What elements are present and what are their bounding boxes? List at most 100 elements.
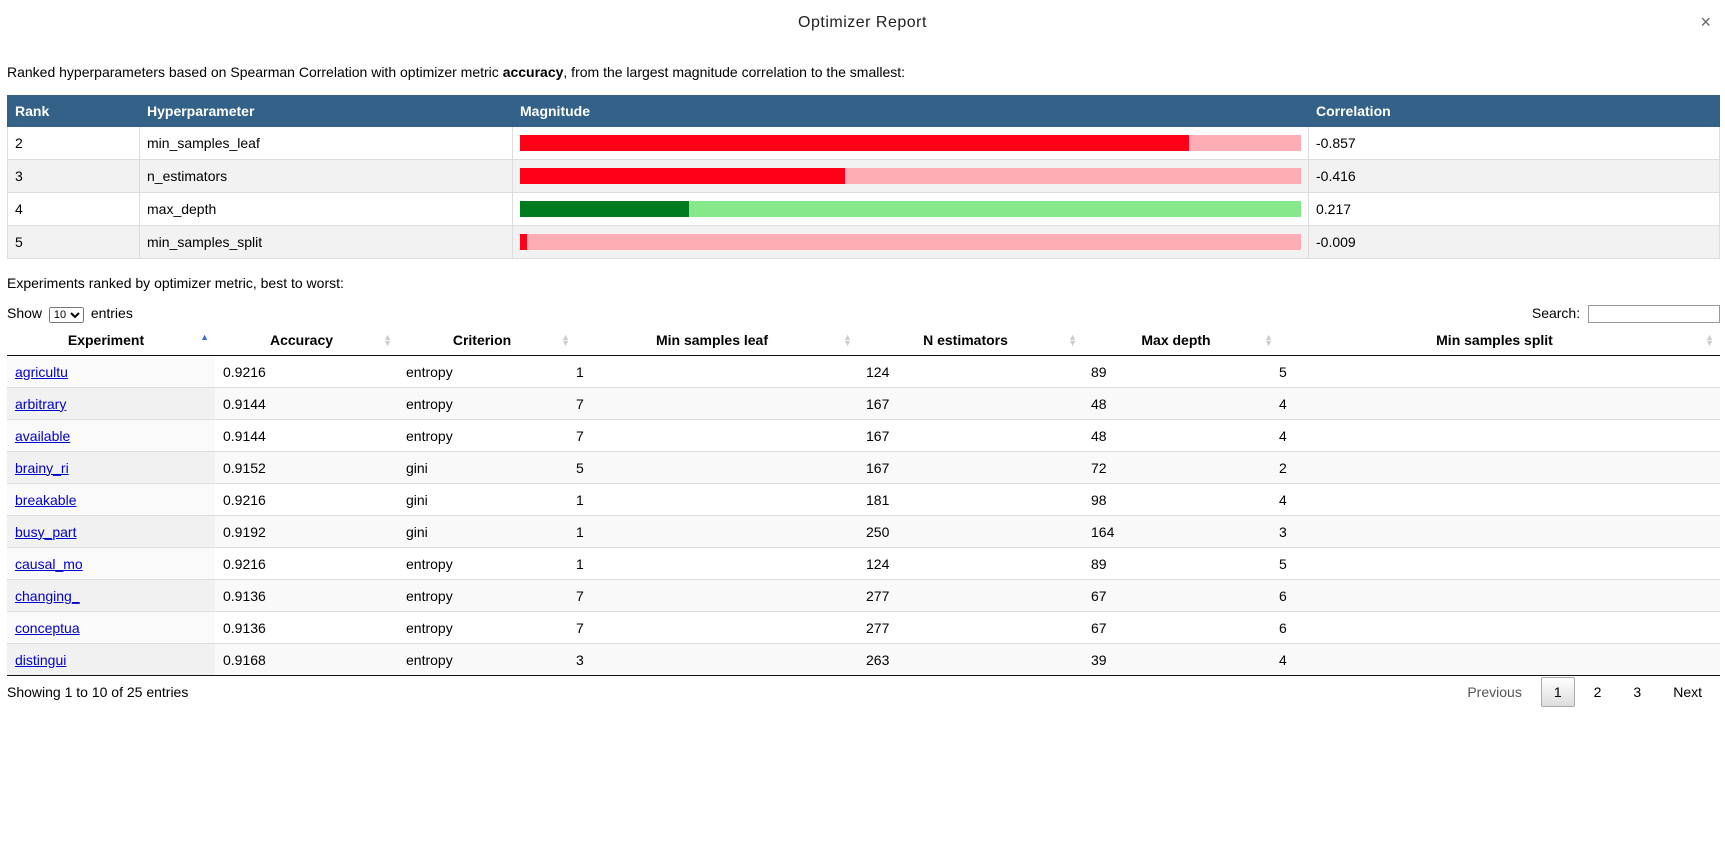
experiment-value-cell: 48 bbox=[1083, 387, 1279, 420]
column-header-label: Min samples leaf bbox=[655, 332, 769, 348]
experiment-value-cell: 0.9136 bbox=[215, 611, 398, 644]
experiment-cell: causal_mo bbox=[7, 547, 215, 580]
correlation-cell: -0.857 bbox=[1308, 126, 1720, 160]
experiment-link[interactable]: distingui bbox=[15, 652, 66, 668]
experiment-value-cell: gini bbox=[398, 483, 576, 516]
column-header-label: Min samples split bbox=[1436, 332, 1553, 348]
magnitude-cell bbox=[512, 192, 1309, 226]
magnitude-bar bbox=[520, 201, 1301, 217]
magnitude-fill bbox=[520, 168, 845, 184]
page-length-select[interactable]: 10 bbox=[48, 307, 84, 323]
experiment-value-cell: 48 bbox=[1083, 419, 1279, 452]
column-header[interactable]: Criterion ▲ ▼ bbox=[398, 325, 576, 356]
experiment-value-cell: 3 bbox=[1279, 515, 1720, 548]
experiment-value-cell: 1 bbox=[576, 515, 858, 548]
experiment-value-cell: 0.9168 bbox=[215, 643, 398, 676]
experiment-link[interactable]: busy_part bbox=[15, 524, 76, 540]
sort-both-icon: ▲ ▼ bbox=[1264, 332, 1273, 348]
previous-button[interactable]: Previous bbox=[1454, 677, 1534, 707]
dialog-title: Optimizer Report bbox=[798, 14, 927, 31]
header-magnitude: Magnitude bbox=[512, 95, 1309, 127]
intro-metric: accuracy bbox=[502, 64, 564, 80]
magnitude-fill bbox=[520, 201, 690, 217]
column-header[interactable]: Min samples leaf ▲ ▼ bbox=[576, 325, 858, 356]
experiment-link[interactable]: brainy_ri bbox=[15, 460, 69, 476]
experiment-cell: breakable bbox=[7, 483, 215, 516]
experiment-value-cell: 167 bbox=[858, 451, 1083, 484]
experiment-value-cell: 277 bbox=[858, 579, 1083, 612]
pagination: Previous 1 2 3 Next bbox=[1454, 677, 1715, 707]
experiment-value-cell: 124 bbox=[866, 363, 890, 380]
experiment-value-cell: gini bbox=[398, 451, 576, 484]
close-icon[interactable]: × bbox=[1700, 12, 1711, 33]
magnitude-cell bbox=[512, 126, 1309, 160]
hyperparameter-name: max_depth bbox=[139, 192, 513, 226]
experiment-link[interactable]: breakable bbox=[15, 492, 77, 508]
experiment-value-cell: 6 bbox=[1279, 611, 1720, 644]
next-button[interactable]: Next bbox=[1660, 677, 1715, 707]
experiment-value-cell: 98 bbox=[1083, 483, 1279, 516]
experiment-value-cell: 7 bbox=[576, 579, 858, 612]
experiment-value-cell: entropy bbox=[406, 363, 453, 380]
sort-both-icon: ▲ ▼ bbox=[843, 332, 852, 348]
experiment-value-cell: 4 bbox=[1279, 387, 1720, 420]
hyperparameter-row: 2 min_samples_leaf -0.857 bbox=[7, 126, 1720, 160]
correlation-cell: 0.217 bbox=[1308, 192, 1720, 226]
experiment-link[interactable]: changing_ bbox=[15, 588, 80, 604]
column-header[interactable]: Max depth ▲ ▼ bbox=[1083, 325, 1279, 356]
page-button[interactable]: 3 bbox=[1620, 677, 1654, 707]
column-header-label: Accuracy bbox=[269, 332, 334, 348]
header-correlation: Correlation bbox=[1308, 95, 1720, 127]
experiment-row: agricultu 0.9216 entropy 1 124 89 5 bbox=[7, 355, 1720, 388]
column-header[interactable]: N estimators ▲ ▼ bbox=[858, 325, 1083, 356]
experiment-row: arbitrary 0.9144 entropy 7 167 48 4 bbox=[7, 387, 1720, 420]
search-input[interactable] bbox=[1588, 305, 1720, 323]
experiment-value-cell: 89 bbox=[1091, 363, 1107, 380]
hyperparameter-name: n_estimators bbox=[139, 159, 513, 193]
magnitude-bar bbox=[520, 168, 1301, 184]
experiment-link[interactable]: agricultu bbox=[15, 364, 68, 380]
experiment-value-cell: 167 bbox=[858, 387, 1083, 420]
experiment-value-cell: 1 bbox=[576, 547, 858, 580]
column-header[interactable]: Min samples split ▲ ▼ bbox=[1279, 325, 1720, 356]
experiment-value-cell: 2 bbox=[1279, 451, 1720, 484]
experiment-value-cell: 7 bbox=[576, 611, 858, 644]
experiment-value-cell: 67 bbox=[1083, 611, 1279, 644]
experiment-value-cell: entropy bbox=[398, 611, 576, 644]
experiment-row: breakable 0.9216 gini 1 181 98 4 bbox=[7, 483, 1720, 516]
experiment-value-cell: 181 bbox=[858, 483, 1083, 516]
experiment-value-cell: 7 bbox=[576, 387, 858, 420]
experiment-row: distingui 0.9168 entropy 3 263 39 4 bbox=[7, 643, 1720, 676]
hyperparameter-row: 3 n_estimators -0.416 bbox=[7, 159, 1720, 193]
magnitude-cell bbox=[512, 159, 1309, 193]
experiment-value-cell: 164 bbox=[1083, 515, 1279, 548]
experiment-value-cell: 5 bbox=[576, 451, 858, 484]
sort-both-icon: ▲ ▼ bbox=[561, 332, 570, 348]
column-header[interactable]: Experiment ▲ bbox=[7, 325, 215, 356]
rank-cell: 5 bbox=[7, 225, 140, 259]
page-button[interactable]: 2 bbox=[1581, 677, 1615, 707]
experiment-value-cell: 263 bbox=[858, 643, 1083, 676]
column-header-label: Experiment bbox=[67, 332, 145, 348]
table-info: Showing 1 to 10 of 25 entries bbox=[7, 684, 189, 700]
search-control: Search: bbox=[1532, 305, 1720, 323]
experiment-value-cell: 3 bbox=[576, 643, 858, 676]
correlation-cell: -0.416 bbox=[1308, 159, 1720, 193]
experiment-value-cell: 0.9216 bbox=[215, 483, 398, 516]
magnitude-track bbox=[520, 234, 1301, 250]
experiment-value-cell: 250 bbox=[858, 515, 1083, 548]
experiment-link[interactable]: causal_mo bbox=[15, 556, 83, 572]
experiment-link[interactable]: available bbox=[15, 428, 70, 444]
experiments-label: Experiments ranked by optimizer metric, … bbox=[7, 275, 344, 291]
sort-both-icon: ▲ ▼ bbox=[1068, 332, 1077, 348]
column-header[interactable]: Accuracy ▲ ▼ bbox=[215, 325, 398, 356]
experiment-link[interactable]: arbitrary bbox=[15, 396, 66, 412]
experiment-value-cell: 39 bbox=[1083, 643, 1279, 676]
page-button[interactable]: 1 bbox=[1540, 677, 1575, 707]
experiment-row: conceptua 0.9136 entropy 7 277 67 6 bbox=[7, 611, 1720, 644]
magnitude-cell bbox=[512, 225, 1309, 259]
experiment-link[interactable]: conceptua bbox=[15, 620, 80, 636]
experiments-table: Experiment ▲ Accuracy ▲ ▼ Criterion ▲ ▼ Min samp… bbox=[7, 325, 1720, 676]
magnitude-fill bbox=[520, 234, 528, 250]
hyperparameter-table: Rank Hyperparameter Magnitude Correlatio… bbox=[7, 95, 1720, 259]
